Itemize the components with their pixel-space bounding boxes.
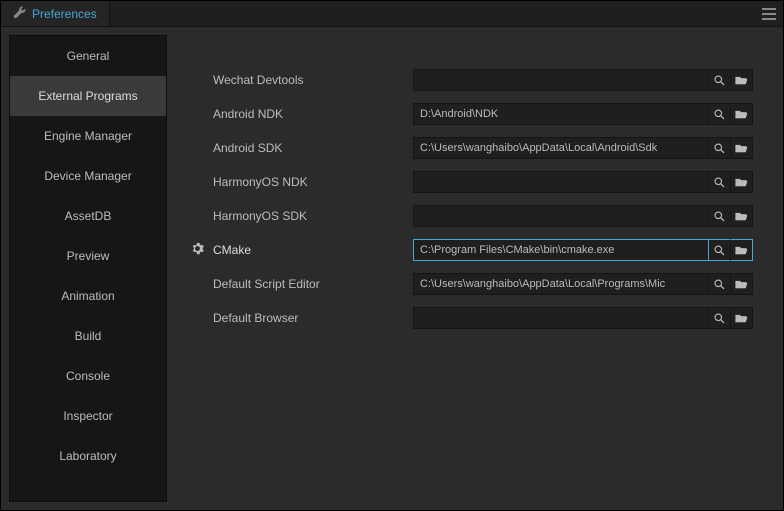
path-input[interactable] (413, 273, 709, 295)
sidebar-item[interactable]: External Programs (10, 76, 166, 116)
sidebar-item[interactable]: General (10, 36, 166, 76)
browse-button[interactable] (731, 205, 753, 227)
sidebar-item-label: AssetDB (65, 209, 112, 223)
field-row: Default Browser (189, 301, 753, 335)
search-button[interactable] (709, 103, 731, 125)
field-label: CMake (213, 243, 405, 257)
browse-button[interactable] (731, 103, 753, 125)
sidebar-item[interactable]: Animation (10, 276, 166, 316)
gear-slot (189, 242, 205, 258)
search-button[interactable] (709, 239, 731, 261)
path-input[interactable] (413, 137, 709, 159)
field-input-group (413, 171, 753, 193)
field-row: Wechat Devtools (189, 63, 753, 97)
search-button[interactable] (709, 273, 731, 295)
field-label: HarmonyOS SDK (213, 209, 405, 223)
field-input-group (413, 307, 753, 329)
field-label: Android NDK (213, 107, 405, 121)
sidebar-item-label: Device Manager (44, 169, 131, 183)
browse-button[interactable] (731, 69, 753, 91)
field-input-group (413, 69, 753, 91)
sidebar-item-label: Laboratory (59, 449, 116, 463)
browse-button[interactable] (731, 137, 753, 159)
sidebar-item[interactable]: AssetDB (10, 196, 166, 236)
search-button[interactable] (709, 307, 731, 329)
sidebar-item[interactable]: Build (10, 316, 166, 356)
sidebar-item-label: Animation (61, 289, 114, 303)
browse-button[interactable] (731, 273, 753, 295)
field-row: CMake (189, 233, 753, 267)
field-input-group (413, 103, 753, 125)
field-label: HarmonyOS NDK (213, 175, 405, 189)
sidebar-item[interactable]: Engine Manager (10, 116, 166, 156)
search-button[interactable] (709, 137, 731, 159)
sidebar-item-label: Inspector (63, 409, 112, 423)
wrench-icon (13, 6, 26, 22)
field-row: Android SDK (189, 131, 753, 165)
browse-button[interactable] (731, 239, 753, 261)
sidebar-item[interactable]: Console (10, 356, 166, 396)
path-input[interactable] (413, 171, 709, 193)
sidebar-item[interactable]: Laboratory (10, 436, 166, 476)
field-input-group (413, 273, 753, 295)
menu-button[interactable] (755, 1, 783, 26)
field-label: Default Script Editor (213, 277, 405, 291)
tab-label: Preferences (32, 7, 97, 21)
sidebar-item-label: External Programs (38, 89, 137, 103)
sidebar-item-label: Engine Manager (44, 129, 132, 143)
field-label: Android SDK (213, 141, 405, 155)
field-label: Wechat Devtools (213, 73, 405, 87)
search-button[interactable] (709, 205, 731, 227)
titlebar: Preferences (1, 1, 783, 27)
field-input-group (413, 205, 753, 227)
field-label: Default Browser (213, 311, 405, 325)
gear-icon[interactable] (191, 242, 204, 258)
path-input[interactable] (413, 307, 709, 329)
sidebar-item-label: Preview (67, 249, 110, 263)
browse-button[interactable] (731, 171, 753, 193)
path-input[interactable] (413, 103, 709, 125)
sidebar-item-label: General (67, 49, 110, 63)
body: General External Programs Engine Manager… (1, 27, 783, 510)
sidebar: General External Programs Engine Manager… (9, 35, 167, 502)
path-input[interactable] (413, 205, 709, 227)
browse-button[interactable] (731, 307, 753, 329)
content-panel: Wechat Devtools Android NDK Android SDK (167, 35, 775, 502)
field-input-group (413, 137, 753, 159)
sidebar-item-label: Console (66, 369, 110, 383)
path-input[interactable] (413, 239, 709, 261)
sidebar-item[interactable]: Inspector (10, 396, 166, 436)
sidebar-item[interactable]: Preview (10, 236, 166, 276)
field-row: HarmonyOS NDK (189, 165, 753, 199)
field-row: Default Script Editor (189, 267, 753, 301)
field-input-group (413, 239, 753, 261)
tab-preferences[interactable]: Preferences (1, 1, 110, 26)
sidebar-item[interactable]: Device Manager (10, 156, 166, 196)
field-row: Android NDK (189, 97, 753, 131)
search-button[interactable] (709, 171, 731, 193)
search-button[interactable] (709, 69, 731, 91)
field-row: HarmonyOS SDK (189, 199, 753, 233)
path-input[interactable] (413, 69, 709, 91)
sidebar-item-label: Build (75, 329, 102, 343)
